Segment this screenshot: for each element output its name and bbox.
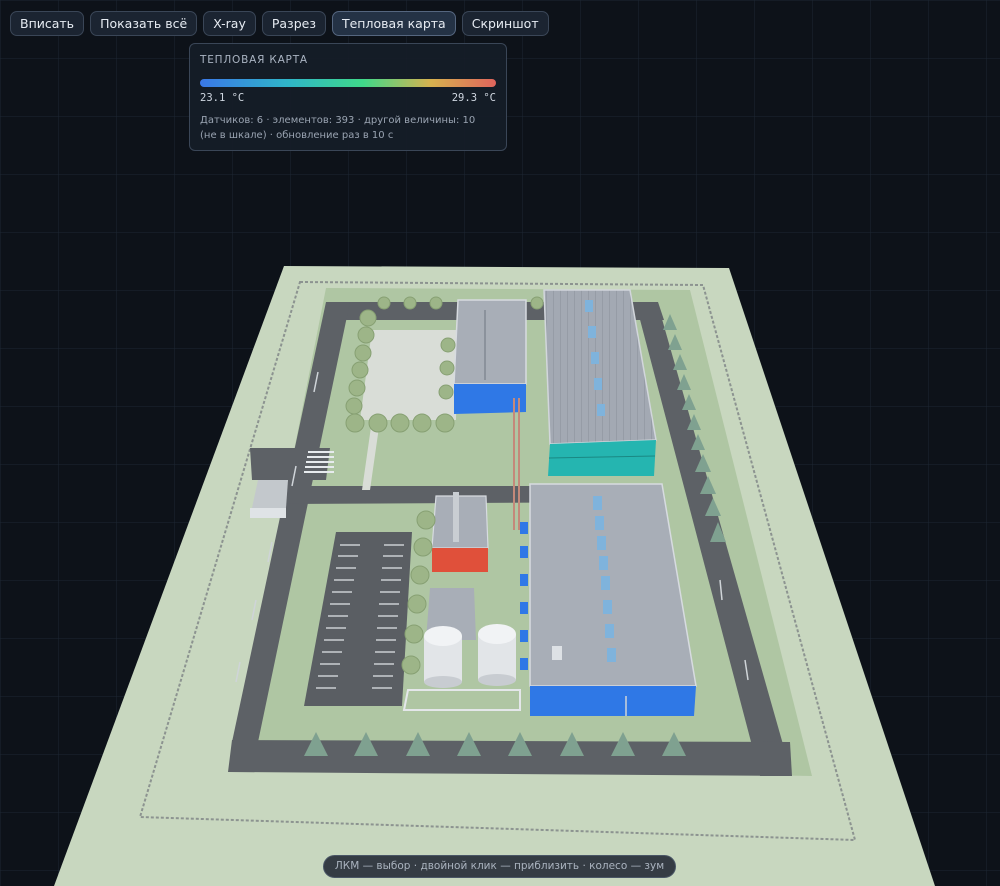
- heatmap-info-line1: Датчиков: 6 · элементов: 393 · другой ве…: [200, 115, 476, 126]
- storage-tank-2[interactable]: [478, 624, 516, 686]
- show-all-button[interactable]: Показать всё: [90, 11, 198, 36]
- heatmap-panel: ТЕПЛОВАЯ КАРТА 23.1 °C 29.3 °C Датчиков:…: [189, 43, 507, 151]
- boiler-house[interactable]: [431, 492, 489, 572]
- toolbar: Вписать Показать всё X-ray Разрез Теплов…: [10, 11, 549, 36]
- controls-hint: ЛКМ — выбор · двойной клик — приблизить …: [323, 855, 676, 878]
- heatmap-range: 23.1 °C 29.3 °C: [200, 92, 496, 104]
- building-admin[interactable]: [453, 299, 527, 414]
- heatmap-info-line2: (не в шкале) · обновление раз в 10 с: [200, 130, 394, 141]
- screenshot-button[interactable]: Скриншот: [461, 11, 549, 36]
- heatmap-panel-title: ТЕПЛОВАЯ КАРТА: [200, 54, 308, 66]
- heatmap-min-label: 23.1 °C: [200, 92, 245, 104]
- storage-tank-1[interactable]: [424, 626, 462, 688]
- heatmap-button[interactable]: Тепловая карта: [331, 11, 456, 36]
- heatmap-info: Датчиков: 6 · элементов: 393 · другой ве…: [200, 113, 496, 143]
- heatmap-gradient-bar: [200, 79, 496, 87]
- xray-button[interactable]: X-ray: [203, 11, 256, 36]
- section-button[interactable]: Разрез: [261, 11, 326, 36]
- fit-button[interactable]: Вписать: [10, 11, 85, 36]
- heatmap-max-label: 29.3 °C: [451, 92, 496, 104]
